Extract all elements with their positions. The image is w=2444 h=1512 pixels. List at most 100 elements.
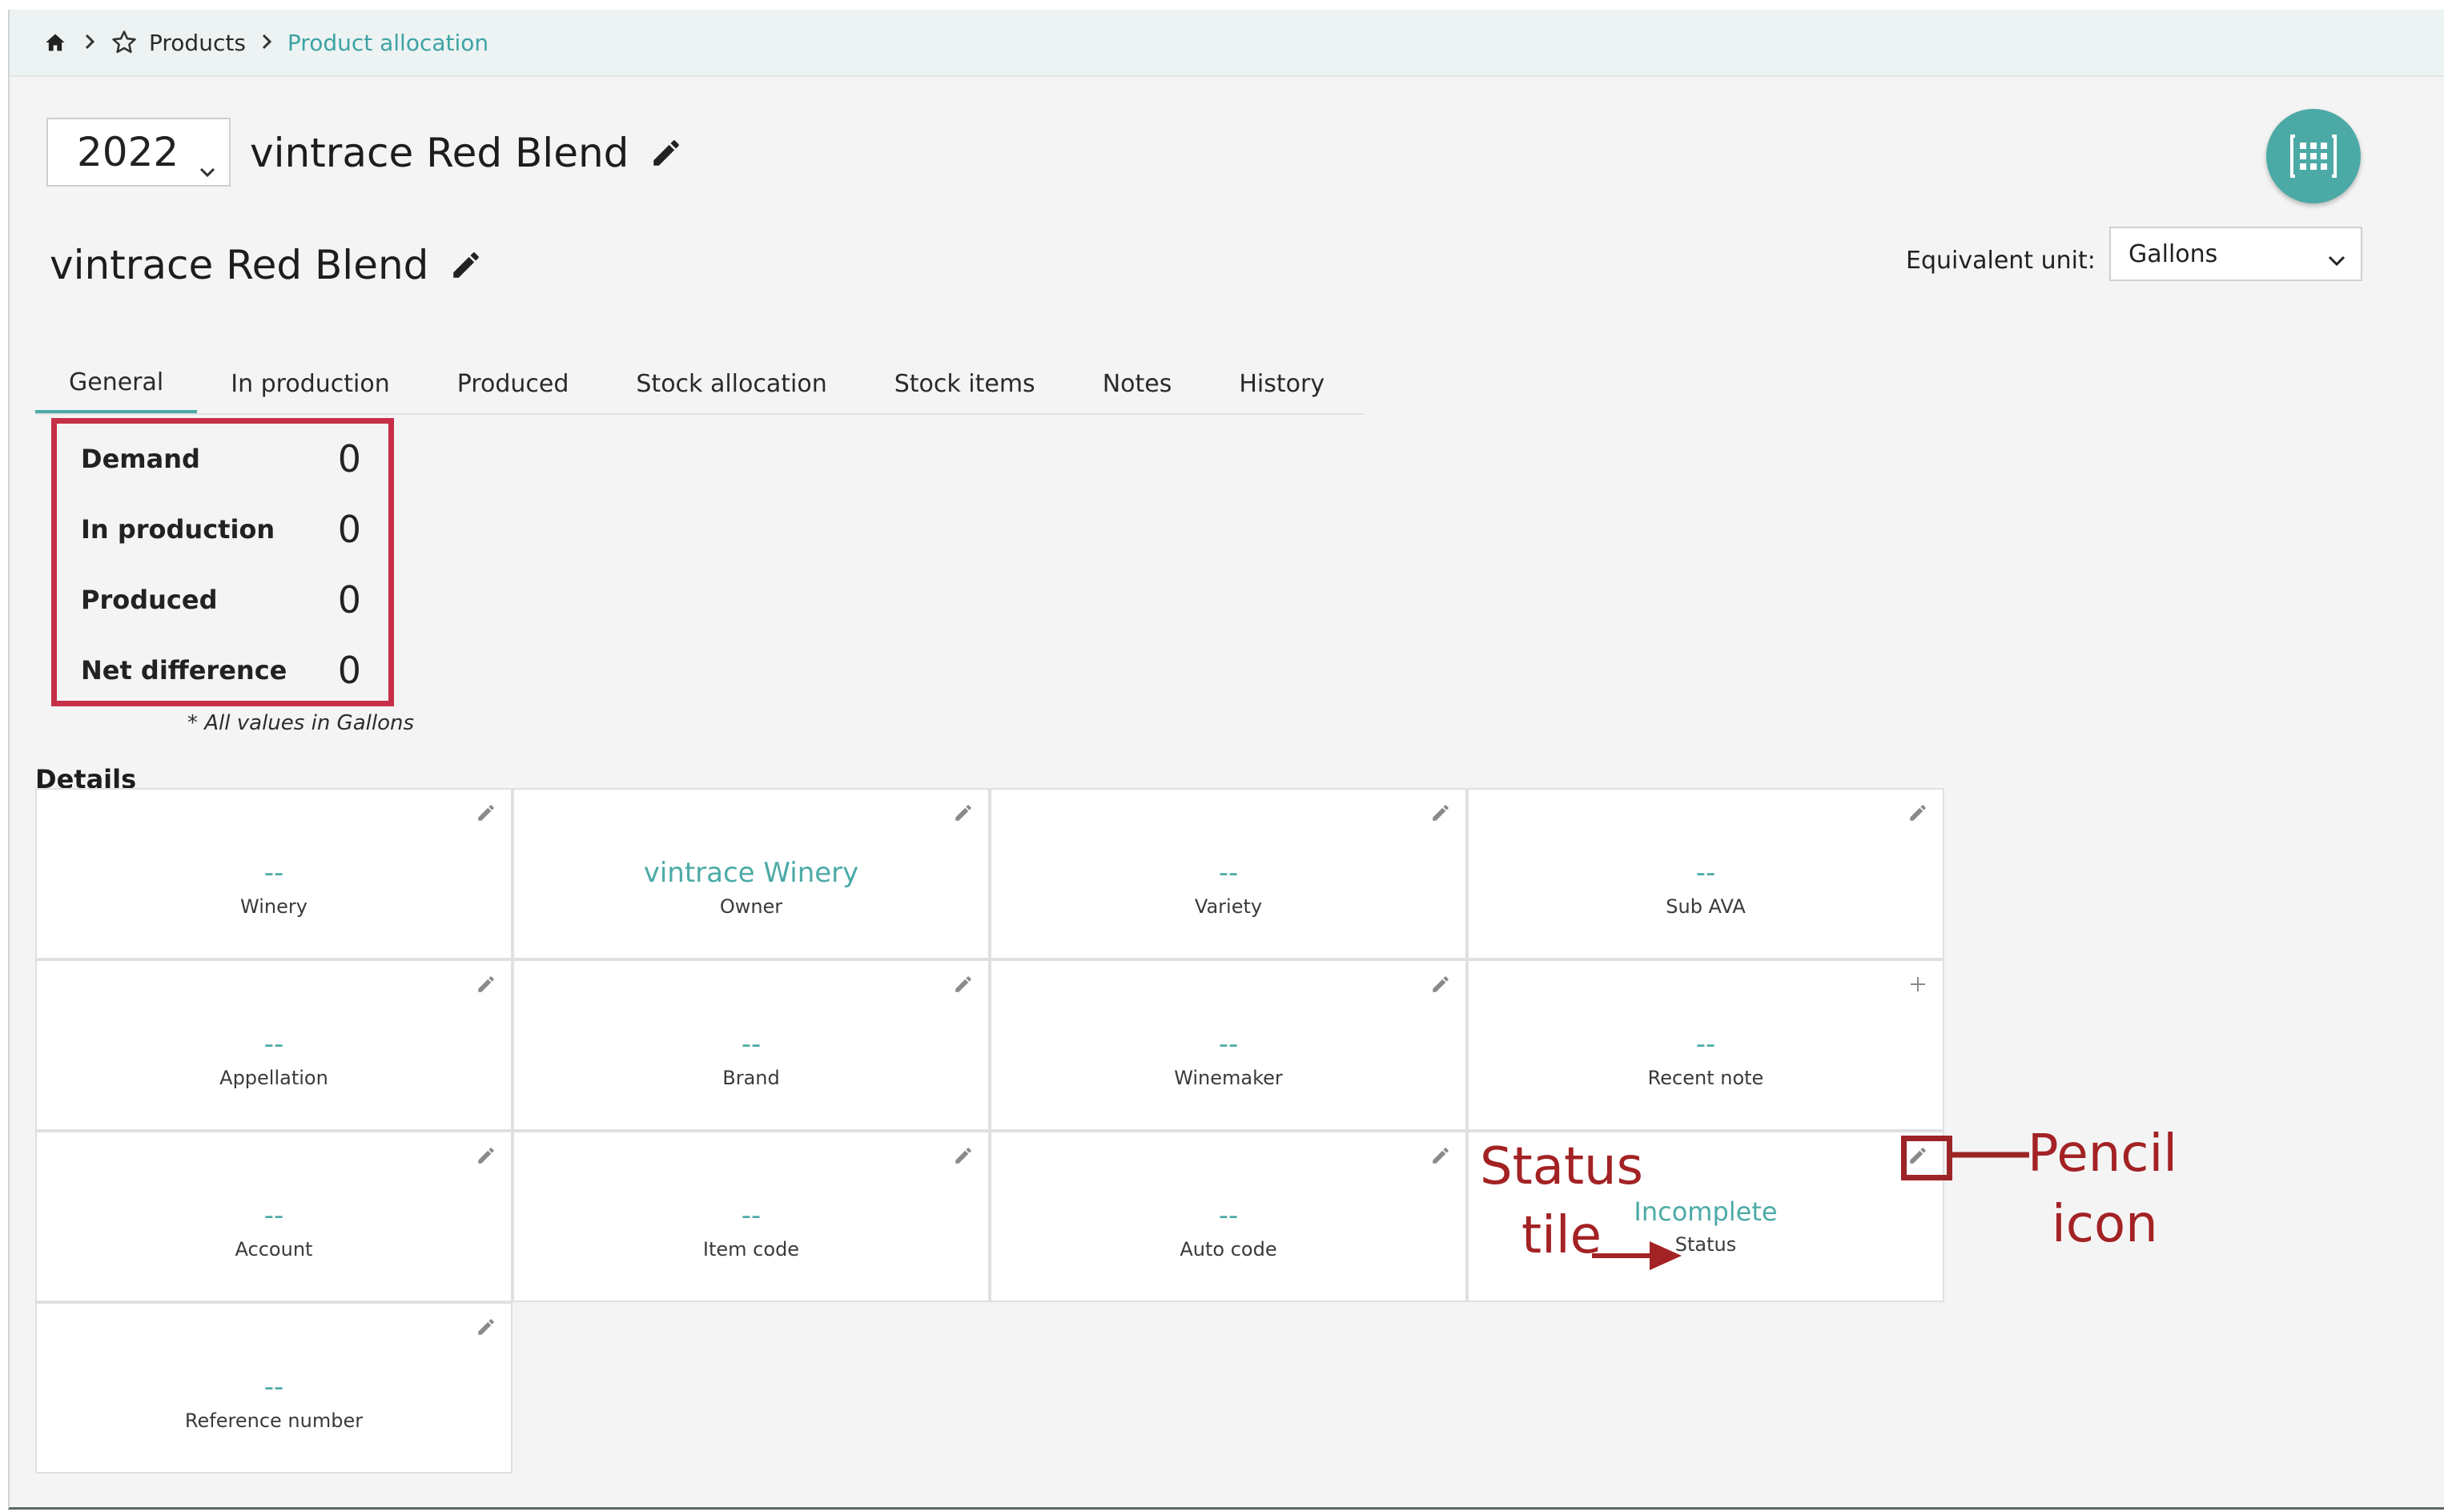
tile-label: Account [235, 1238, 313, 1261]
breadcrumb: Products Product allocation [10, 10, 2444, 77]
equivalent-unit-label: Equivalent unit: [1906, 247, 2096, 275]
annotation-arrow [1592, 1241, 1682, 1270]
pencil-icon[interactable] [472, 1142, 500, 1169]
summary-row-demand: Demand 0 [81, 435, 361, 483]
tile-label: Item code [702, 1238, 800, 1261]
tab-stock-items[interactable]: Stock items [861, 354, 1069, 413]
summary-label: In production [81, 514, 275, 545]
app-window: Products Product allocation 2022 vintrac… [8, 10, 2444, 1510]
pencil-icon[interactable] [649, 136, 683, 170]
detail-tile-item-code: -- Item code [513, 1131, 990, 1302]
tile-label: Winery [240, 895, 308, 918]
pencil-icon[interactable] [950, 971, 977, 998]
pencil-icon[interactable] [1427, 971, 1454, 998]
values-unit-note: * All values in Gallons [187, 711, 415, 735]
equivalent-unit-select[interactable]: Gallons [2109, 227, 2362, 281]
summary-row-in-production: In production 0 [81, 505, 361, 553]
detail-tile-winery: -- Winery [35, 788, 513, 959]
star-icon[interactable] [111, 29, 138, 56]
summary-row-produced: Produced 0 [81, 576, 361, 624]
pencil-icon[interactable] [1904, 799, 1931, 826]
summary-box: Demand 0 In production 0 Produced 0 Net … [51, 418, 394, 706]
detail-tile-owner: vintrace Winery Owner [513, 788, 990, 959]
tile-label: Owner [719, 895, 783, 918]
year-value: 2022 [77, 129, 179, 175]
tile-value: -- [1695, 857, 1716, 889]
tile-label: Brand [722, 1067, 780, 1089]
detail-tile-brand: -- Brand [513, 959, 990, 1131]
detail-tile-auto-code: -- Auto code [990, 1131, 1467, 1302]
summary-value: 0 [337, 508, 361, 551]
pencil-icon-highlight [1901, 1136, 1952, 1180]
tile-label: Sub AVA [1666, 895, 1746, 918]
tab-notes[interactable]: Notes [1069, 354, 1206, 413]
breadcrumb-product-allocation: Product allocation [287, 29, 489, 56]
pencil-icon[interactable] [950, 799, 977, 826]
tab-stock-allocation[interactable]: Stock allocation [602, 354, 860, 413]
tab-bar: General In production Produced Stock all… [35, 354, 1365, 415]
breadcrumb-products[interactable]: Products [149, 30, 246, 56]
summary-value: 0 [337, 578, 361, 621]
tab-history[interactable]: History [1205, 354, 1358, 413]
pencil-icon[interactable] [472, 971, 500, 998]
product-subtitle-text: vintrace Red Blend [50, 242, 429, 288]
pencil-icon[interactable] [449, 248, 483, 282]
year-select[interactable]: 2022 [46, 118, 231, 187]
detail-tile-reference-number: -- Reference number [35, 1302, 513, 1474]
tile-value: -- [741, 1200, 762, 1232]
tile-value: -- [1218, 857, 1239, 889]
chevron-right-icon [83, 30, 96, 56]
equivalent-unit-value: Gallons [2128, 239, 2218, 268]
annotation-connector [1952, 1152, 2029, 1158]
summary-label: Produced [81, 585, 218, 615]
home-icon[interactable] [42, 29, 69, 56]
annotation-pencil-icon-line1: Pencil [2028, 1124, 2177, 1184]
summary-row-net-difference: Net difference 0 [81, 646, 361, 694]
tile-value: -- [741, 1028, 762, 1060]
tile-value: -- [263, 1371, 284, 1403]
summary-label: Demand [81, 444, 200, 474]
product-title: vintrace Red Blend [250, 130, 629, 176]
barcode-scan-button[interactable] [2266, 109, 2361, 203]
tile-label: Reference number [184, 1409, 364, 1432]
tab-produced[interactable]: Produced [424, 354, 603, 413]
pencil-icon[interactable] [1427, 799, 1454, 826]
chevron-right-icon [260, 30, 273, 56]
tab-in-production[interactable]: In production [197, 354, 424, 413]
tile-label: Variety [1194, 895, 1263, 918]
tab-general[interactable]: General [35, 354, 198, 413]
pencil-icon[interactable] [472, 1313, 500, 1341]
product-subtitle: vintrace Red Blend [50, 242, 483, 288]
annotation-status-tile-line1: Status [1480, 1137, 1643, 1196]
summary-label: Net difference [81, 655, 287, 686]
tile-value: -- [263, 1200, 284, 1232]
tile-label: Auto code [1180, 1238, 1277, 1261]
tile-value: vintrace Winery [643, 857, 859, 889]
tile-label: Recent note [1647, 1067, 1764, 1089]
annotation-pencil-icon-line2: icon [2052, 1195, 2158, 1254]
detail-tile-variety: -- Variety [990, 788, 1467, 959]
pencil-icon[interactable] [472, 799, 500, 826]
detail-tile-winemaker: -- Winemaker [990, 959, 1467, 1131]
tile-value: -- [263, 1028, 284, 1060]
summary-value: 0 [337, 649, 361, 692]
tile-value: -- [1218, 1028, 1239, 1060]
tile-value: -- [263, 857, 284, 889]
detail-tile-sub-ava: -- Sub AVA [1467, 788, 1944, 959]
add-icon[interactable] [1904, 971, 1931, 998]
summary-value: 0 [337, 437, 361, 481]
tile-value: -- [1218, 1200, 1239, 1232]
pencil-icon[interactable] [950, 1142, 977, 1169]
chevron-down-icon [199, 142, 216, 188]
barcode-icon [2290, 135, 2337, 178]
page-title: vintrace Red Blend [250, 130, 683, 176]
detail-tile-recent-note: -- Recent note [1467, 959, 1944, 1131]
chevron-down-icon [2327, 246, 2346, 274]
tile-label: Winemaker [1174, 1067, 1283, 1089]
detail-tile-account: -- Account [35, 1131, 513, 1302]
annotation-status-tile-line2: tile [1521, 1206, 1602, 1265]
tile-label: Appellation [219, 1067, 328, 1089]
pencil-icon[interactable] [1427, 1142, 1454, 1169]
detail-tile-appellation: -- Appellation [35, 959, 513, 1131]
tile-value: -- [1695, 1028, 1716, 1060]
